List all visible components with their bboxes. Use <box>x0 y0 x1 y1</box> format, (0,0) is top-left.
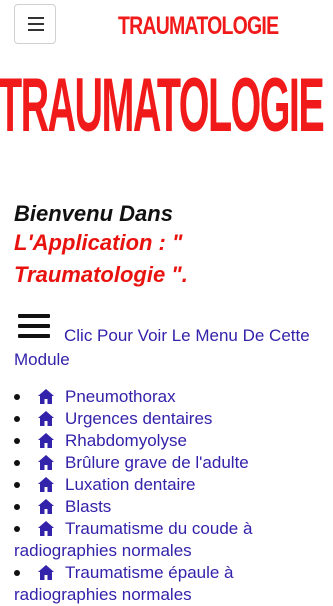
home-icon <box>38 565 54 580</box>
module-link[interactable]: Pneumothorax <box>14 386 324 408</box>
module-item[interactable]: Rhabdomyolyse <box>14 430 324 452</box>
bullet <box>14 504 20 510</box>
banner-title: TRAUMATOLOGIE <box>0 64 325 148</box>
header-banner: TRAUMATOLOGIE <box>0 64 333 156</box>
module-link[interactable]: Blasts <box>14 496 324 518</box>
module-link[interactable]: Traumatisme épaule à radiographies norma… <box>14 562 324 606</box>
module-item[interactable]: Blasts <box>14 496 324 518</box>
home-icon <box>38 499 54 514</box>
hamburger-icon <box>28 17 44 19</box>
home-icon <box>38 411 54 426</box>
app-title: TRAUMATOLOGIE <box>118 12 279 40</box>
bullet <box>14 570 20 576</box>
home-icon <box>38 433 54 448</box>
module-link[interactable]: Rhabdomyolyse <box>14 430 324 452</box>
app-name-line: Traumatologie ". <box>14 262 188 287</box>
hamburger-icon-bar <box>28 29 44 31</box>
module-item[interactable]: Traumatisme du coude à radiographies nor… <box>14 518 324 562</box>
module-link[interactable]: Brûlure grave de l'adulte <box>14 452 324 474</box>
module-item[interactable]: Luxation dentaire <box>14 474 324 496</box>
top-bar: TRAUMATOLOGIE <box>0 0 333 52</box>
app-name-line: L'Application : " <box>14 230 183 255</box>
module-link[interactable]: Traumatisme du coude à radiographies nor… <box>14 518 324 562</box>
module-link[interactable]: Luxation dentaire <box>14 474 324 496</box>
welcome-text: Bienvenu Dans <box>14 201 173 226</box>
bullet <box>14 416 20 422</box>
module-item[interactable]: Brûlure grave de l'adulte <box>14 452 324 474</box>
bullet <box>14 394 20 400</box>
module-item[interactable]: Urgences dentaires <box>14 408 324 430</box>
hamburger-icon-bar <box>28 23 44 25</box>
home-icon <box>38 477 54 492</box>
module-list: Pneumothorax Urgences dentaires Rhabdomyol… <box>14 386 324 606</box>
open-menu-label: Clic Pour Voir Le Menu De Cette Module <box>14 326 310 369</box>
bullet <box>14 460 20 466</box>
home-icon <box>38 455 54 470</box>
menu-toggle-button[interactable] <box>14 4 56 44</box>
module-link[interactable]: Urgences dentaires <box>14 408 324 430</box>
module-item[interactable]: Pneumothorax <box>14 386 324 408</box>
module-item[interactable]: Traumatisme épaule à radiographies norma… <box>14 562 324 606</box>
home-icon <box>38 521 54 536</box>
bullet <box>14 482 20 488</box>
bullet <box>14 526 20 532</box>
home-icon <box>38 389 54 404</box>
bullet <box>14 438 20 444</box>
